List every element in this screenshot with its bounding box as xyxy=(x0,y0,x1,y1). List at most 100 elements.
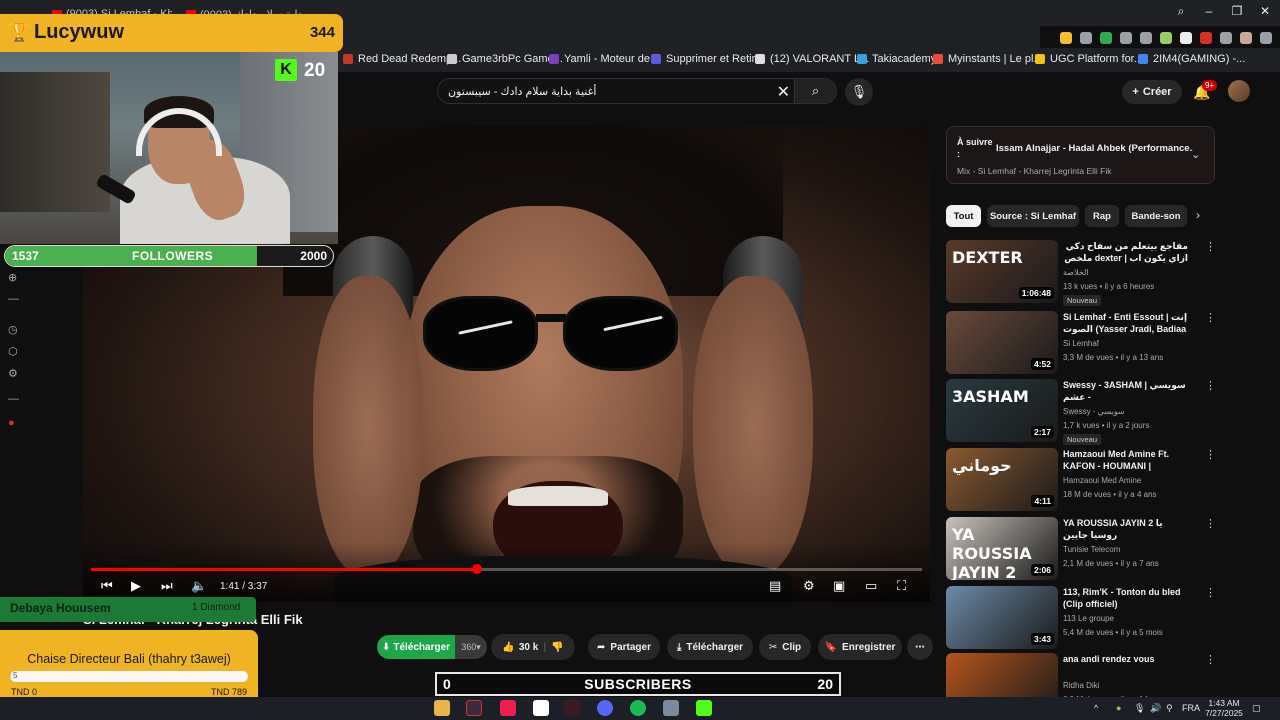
opera-gx-icon[interactable] xyxy=(466,700,482,716)
video-thumbnail[interactable]: 4:52 xyxy=(946,311,1058,374)
recommendation-item[interactable]: 3:43 113, Rim'K - Tonton du bled (Clip of… xyxy=(946,586,1246,650)
recommendation-title[interactable]: 113, Rim'K - Tonton du bled (Clip offici… xyxy=(1063,586,1188,610)
chevron-up-icon[interactable]: ^ xyxy=(1094,703,1098,713)
recommendation-item[interactable]: YA ROUSSIA JAYIN 2 2:06 YA ROUSSIA JAYIN 2… xyxy=(946,517,1246,581)
more-vert-icon[interactable]: ⋮ xyxy=(1205,379,1216,392)
language-indicator[interactable]: FRA xyxy=(1182,703,1200,713)
extension-icon[interactable] xyxy=(1080,32,1092,44)
obs-icon[interactable] xyxy=(533,700,549,716)
more-vert-icon[interactable]: ⋮ xyxy=(1205,517,1216,530)
next-icon[interactable]: ⏭ xyxy=(161,578,173,594)
recommendation-title[interactable]: YA ROUSSIA JAYIN 2 يا روسيا جايين xyxy=(1063,517,1188,541)
previous-icon[interactable]: ⏮ xyxy=(101,578,113,594)
gear-icon[interactable]: ⚙ xyxy=(803,578,815,594)
channel-name[interactable]: Si Lemhaf xyxy=(1063,339,1099,348)
clip-button[interactable]: ✂ Clip xyxy=(759,634,811,660)
theater-mode-icon[interactable]: ▭ xyxy=(865,578,877,594)
recommendation-item[interactable]: DEXTER 1:06:48 مفاجع بيتعلم من سفاح دكي از… xyxy=(946,240,1246,306)
tray-icon[interactable]: ● xyxy=(1116,703,1121,713)
profile-icon[interactable] xyxy=(1240,32,1252,44)
quality-select[interactable]: 360 ▾ xyxy=(455,635,487,659)
video-thumbnail[interactable]: 3:43 xyxy=(946,586,1058,649)
chevron-right-icon[interactable]: › xyxy=(1196,208,1200,222)
chip-source[interactable]: Source : Si Lemhaf xyxy=(987,205,1079,227)
menu-icon[interactable] xyxy=(1260,32,1272,44)
miniplayer-icon[interactable]: ▣ xyxy=(833,578,845,594)
minimize-icon[interactable]: – xyxy=(1202,4,1216,19)
volume-icon[interactable]: 🔈 xyxy=(191,578,207,594)
address-bar-area[interactable] xyxy=(340,26,1040,48)
recommendation-title[interactable]: مفاجع بيتعلم من سفاح دكي ازاي يكون اب | … xyxy=(1063,240,1188,265)
search-box[interactable]: أغنية بداية سلام دادك - سيبستون ✕ ⌕ xyxy=(437,78,837,104)
channel-name[interactable]: الخلاصة xyxy=(1063,268,1089,277)
up-next-panel[interactable]: À suivre : Issam Alnajjar - Hadal Ahbek … xyxy=(946,126,1215,184)
bookmark[interactable]: Game3rbPc Game... xyxy=(447,53,563,65)
bookmark[interactable]: Supprimer et Retir... xyxy=(651,53,764,65)
bookmark[interactable]: (12) VALORANT L... xyxy=(755,53,869,65)
file-explorer-icon[interactable] xyxy=(434,700,450,716)
play-icon[interactable]: ▶ xyxy=(131,578,141,594)
more-vert-icon[interactable]: ⋮ xyxy=(1205,240,1216,253)
video-thumbnail[interactable]: YA ROUSSIA JAYIN 2 2:06 xyxy=(946,517,1058,580)
channel-name[interactable]: 113 Le groupe xyxy=(1063,614,1114,623)
more-vert-icon[interactable]: ⋮ xyxy=(1205,653,1216,666)
fullscreen-icon[interactable]: ⛶ xyxy=(897,578,906,594)
chip-all[interactable]: Tout xyxy=(946,205,981,227)
download-extension-icon[interactable] xyxy=(1160,32,1172,44)
clock[interactable]: 1:43 AM 7/27/2025 xyxy=(1204,698,1244,718)
bookmark[interactable]: UGC Platform for... xyxy=(1035,53,1143,65)
bookmark[interactable]: Takiacademy xyxy=(857,53,936,65)
heart-icon[interactable] xyxy=(1140,32,1152,44)
recommendation-item[interactable]: 3ASHAM 2:17 Swessy - 3ASHAM | سويسي - عشم S… xyxy=(946,379,1246,445)
thumbs-down-icon[interactable]: 👎 xyxy=(551,642,563,653)
download-extension-button[interactable]: ⬇ Télécharger xyxy=(377,635,455,659)
recommendation-title[interactable]: Swessy - 3ASHAM | سويسي - عشم xyxy=(1063,379,1188,403)
chip-soundtrack[interactable]: Bande-son xyxy=(1125,205,1187,227)
save-button[interactable]: 🔖 Enregistrer xyxy=(818,634,902,660)
search-tabs-icon[interactable]: ⌕ xyxy=(1174,4,1188,19)
channel-name[interactable]: Hamzaoui Med Amine xyxy=(1063,476,1141,485)
bookmark[interactable]: Yamli - Moteur de... xyxy=(549,53,659,65)
volume-icon[interactable]: 🔊 xyxy=(1150,703,1161,714)
bookmark[interactable]: Myinstants | Le pl... xyxy=(933,53,1043,65)
search-button[interactable]: ⌕ xyxy=(794,79,836,103)
voice-search-button[interactable]: 🎙 xyxy=(845,78,873,106)
more-vert-icon[interactable]: ⋮ xyxy=(1205,586,1216,599)
chip-rap[interactable]: Rap xyxy=(1085,205,1119,227)
notifications-icon[interactable]: ▢ xyxy=(1252,703,1261,714)
extension-icon[interactable] xyxy=(1200,32,1212,44)
puzzle-icon[interactable]: ⬡ xyxy=(8,345,18,358)
extension-icon[interactable] xyxy=(1060,32,1072,44)
bookmark[interactable]: 2IM4(GAMING) -... xyxy=(1138,53,1245,65)
restore-icon[interactable]: ❐ xyxy=(1230,4,1244,19)
spotify-icon[interactable] xyxy=(630,700,646,716)
more-actions-button[interactable]: ⋯ xyxy=(907,634,933,660)
close-window-icon[interactable]: ✕ xyxy=(1258,4,1272,19)
more-vert-icon[interactable]: ⋮ xyxy=(1205,311,1216,324)
bookmark[interactable]: Red Dead Redemp... xyxy=(343,53,461,65)
user-avatar[interactable] xyxy=(1228,80,1250,102)
search-input[interactable]: أغنية بداية سلام دادك - سيبستون xyxy=(448,85,596,98)
recommendation-title[interactable]: ana andi rendez vous xyxy=(1063,653,1188,665)
subtitles-icon[interactable]: ▤ xyxy=(769,578,781,594)
recommendation-title[interactable]: Hamzaoui Med Amine Ft. KAFON - HOUMANI |… xyxy=(1063,448,1188,473)
clear-search-icon[interactable]: ✕ xyxy=(777,82,790,102)
guide-icon[interactable]: ⊕ xyxy=(8,271,17,284)
kick-app-icon[interactable] xyxy=(696,700,712,716)
tiktok-icon[interactable] xyxy=(500,700,516,716)
more-vert-icon[interactable]: ⋮ xyxy=(1205,448,1216,461)
recommendation-title[interactable]: Si Lemhaf - Enti Essout | إنت الصوت (Yas… xyxy=(1063,311,1188,336)
history-icon[interactable]: ◷ xyxy=(8,323,18,336)
record-icon[interactable]: ● xyxy=(8,417,15,429)
video-thumbnail[interactable]: حوماني 4:11 xyxy=(946,448,1058,511)
app-icon[interactable] xyxy=(564,700,580,716)
channel-name[interactable]: Swessy - سويسي xyxy=(1063,407,1125,416)
microphone-icon[interactable]: 🎙 xyxy=(1134,703,1145,714)
recommendation-item[interactable]: حوماني 4:11 Hamzaoui Med Amine Ft. KAFON -… xyxy=(946,448,1246,512)
gear-icon[interactable]: ⚙ xyxy=(8,367,18,380)
create-button[interactable]: + Créer xyxy=(1122,80,1182,104)
download-button[interactable]: ⤓ Télécharger xyxy=(667,634,753,660)
chevron-down-icon[interactable]: ⌄ xyxy=(1191,148,1200,161)
extension-icon[interactable] xyxy=(1180,32,1192,44)
recommendation-item[interactable]: 4:52 Si Lemhaf - Enti Essout | إنت الصوت … xyxy=(946,311,1246,375)
